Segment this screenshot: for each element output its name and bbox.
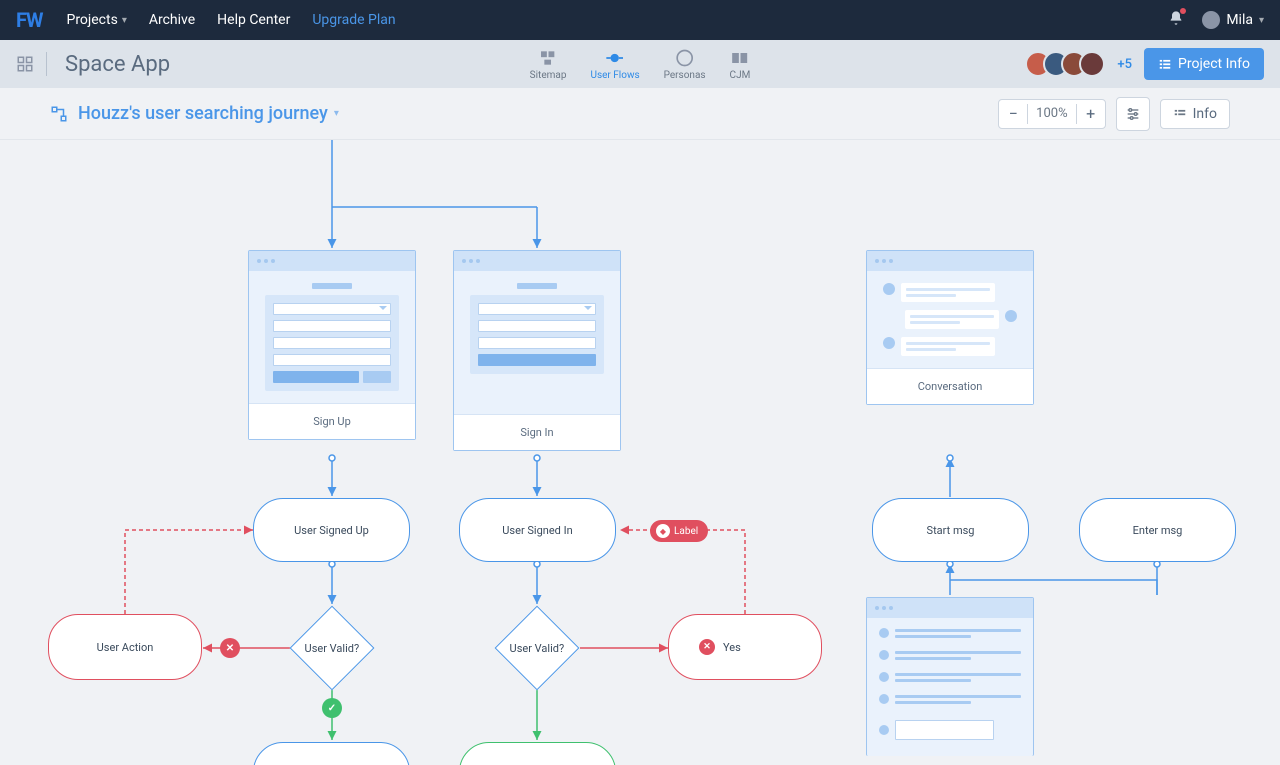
node-label: Yes	[723, 641, 741, 654]
node-signup[interactable]: Sign Up	[248, 250, 416, 440]
logo[interactable]: FW	[16, 8, 42, 32]
node-user-valid-2[interactable]: User Valid?	[495, 606, 580, 691]
node-user-signed-up[interactable]: User Signed Up	[253, 498, 410, 562]
avatar	[1079, 51, 1105, 77]
tag-icon: ◆	[656, 524, 670, 538]
notifications-icon[interactable]	[1168, 10, 1184, 30]
node-label: Enter msg	[1133, 524, 1183, 537]
zoom-control: − 100% +	[998, 99, 1105, 129]
nav-archive[interactable]: Archive	[149, 12, 195, 28]
node-user-signed-in[interactable]: User Signed In	[459, 498, 616, 562]
user-name: Mila	[1226, 12, 1253, 28]
flow-icon	[50, 105, 68, 123]
flow-toolbar: Houzz's user searching journey ▾ − 100% …	[0, 88, 1280, 140]
collaborator-avatars[interactable]	[1025, 51, 1105, 77]
node-user-valid-1[interactable]: User Valid?	[290, 606, 375, 691]
info-button[interactable]: Info	[1160, 99, 1230, 129]
node-label: Sign In	[454, 414, 620, 450]
node-label: User Signed In	[502, 524, 572, 537]
marker-yes-1[interactable]: ✓	[322, 698, 342, 718]
zoom-level: 100%	[1028, 106, 1075, 121]
edge-label-chip[interactable]: ◆ Label	[650, 520, 708, 542]
node-label: User Valid?	[510, 642, 565, 655]
project-bar: Space App Sitemap User Flows Personas CJ…	[0, 40, 1280, 88]
node-yes[interactable]: ✕ Yes	[668, 614, 822, 680]
chevron-down-icon: ▾	[1259, 15, 1264, 26]
divider	[46, 52, 47, 76]
zoom-out-button[interactable]: −	[999, 100, 1027, 128]
node-conversation[interactable]: Conversation	[866, 250, 1034, 405]
marker-no-1[interactable]: ✕	[220, 638, 240, 658]
node-label: User Valid?	[305, 642, 360, 655]
node-signin[interactable]: Sign In	[453, 250, 621, 451]
node-user-action[interactable]: User Action	[48, 614, 202, 680]
personas-icon	[675, 48, 695, 68]
node-user-action-2[interactable]: User Action	[253, 742, 410, 765]
chevron-down-icon: ▾	[334, 108, 339, 119]
node-bottom-green[interactable]	[459, 742, 616, 765]
flow-canvas[interactable]: Sign Up Sign In Conversation User Signed…	[0, 140, 1280, 765]
list-icon	[1173, 107, 1187, 121]
sliders-icon	[1125, 106, 1141, 122]
avatar-icon	[1202, 11, 1220, 29]
flow-title[interactable]: Houzz's user searching journey ▾	[78, 103, 339, 124]
node-start-msg[interactable]: Start msg	[872, 498, 1029, 562]
nav-upgrade[interactable]: Upgrade Plan	[312, 12, 395, 28]
nav-projects[interactable]: Projects▾	[66, 12, 126, 28]
user-menu[interactable]: Mila ▾	[1202, 11, 1264, 29]
collaborator-count[interactable]: +5	[1117, 57, 1132, 72]
list-icon	[1158, 57, 1172, 71]
node-label: Conversation	[867, 368, 1033, 404]
mode-tabs: Sitemap User Flows Personas CJM	[530, 48, 751, 81]
node-label: Sign Up	[249, 403, 415, 439]
userflows-icon	[605, 48, 625, 68]
project-title: Space App	[65, 52, 170, 77]
grid-icon[interactable]	[16, 55, 34, 73]
nav-links: Projects▾ Archive Help Center Upgrade Pl…	[66, 12, 395, 28]
tab-sitemap[interactable]: Sitemap	[530, 48, 567, 81]
notification-dot	[1180, 8, 1186, 14]
sitemap-icon	[538, 48, 558, 68]
node-enter-msg[interactable]: Enter msg	[1079, 498, 1236, 562]
tab-personas[interactable]: Personas	[664, 48, 706, 81]
chevron-down-icon: ▾	[122, 15, 127, 26]
nav-help[interactable]: Help Center	[217, 12, 290, 28]
top-nav: FW Projects▾ Archive Help Center Upgrade…	[0, 0, 1280, 40]
zoom-in-button[interactable]: +	[1077, 100, 1105, 128]
node-chat-list[interactable]	[866, 597, 1034, 756]
node-label: Start msg	[927, 524, 975, 537]
tab-userflows[interactable]: User Flows	[590, 48, 639, 81]
edge-label: Label	[674, 526, 698, 537]
project-info-button[interactable]: Project Info	[1144, 48, 1264, 80]
node-label: User Signed Up	[294, 524, 369, 537]
settings-button[interactable]	[1116, 97, 1150, 131]
tab-cjm[interactable]: CJM	[730, 48, 751, 81]
cjm-icon	[730, 48, 750, 68]
node-label: User Action	[97, 641, 154, 654]
close-icon: ✕	[699, 639, 715, 655]
